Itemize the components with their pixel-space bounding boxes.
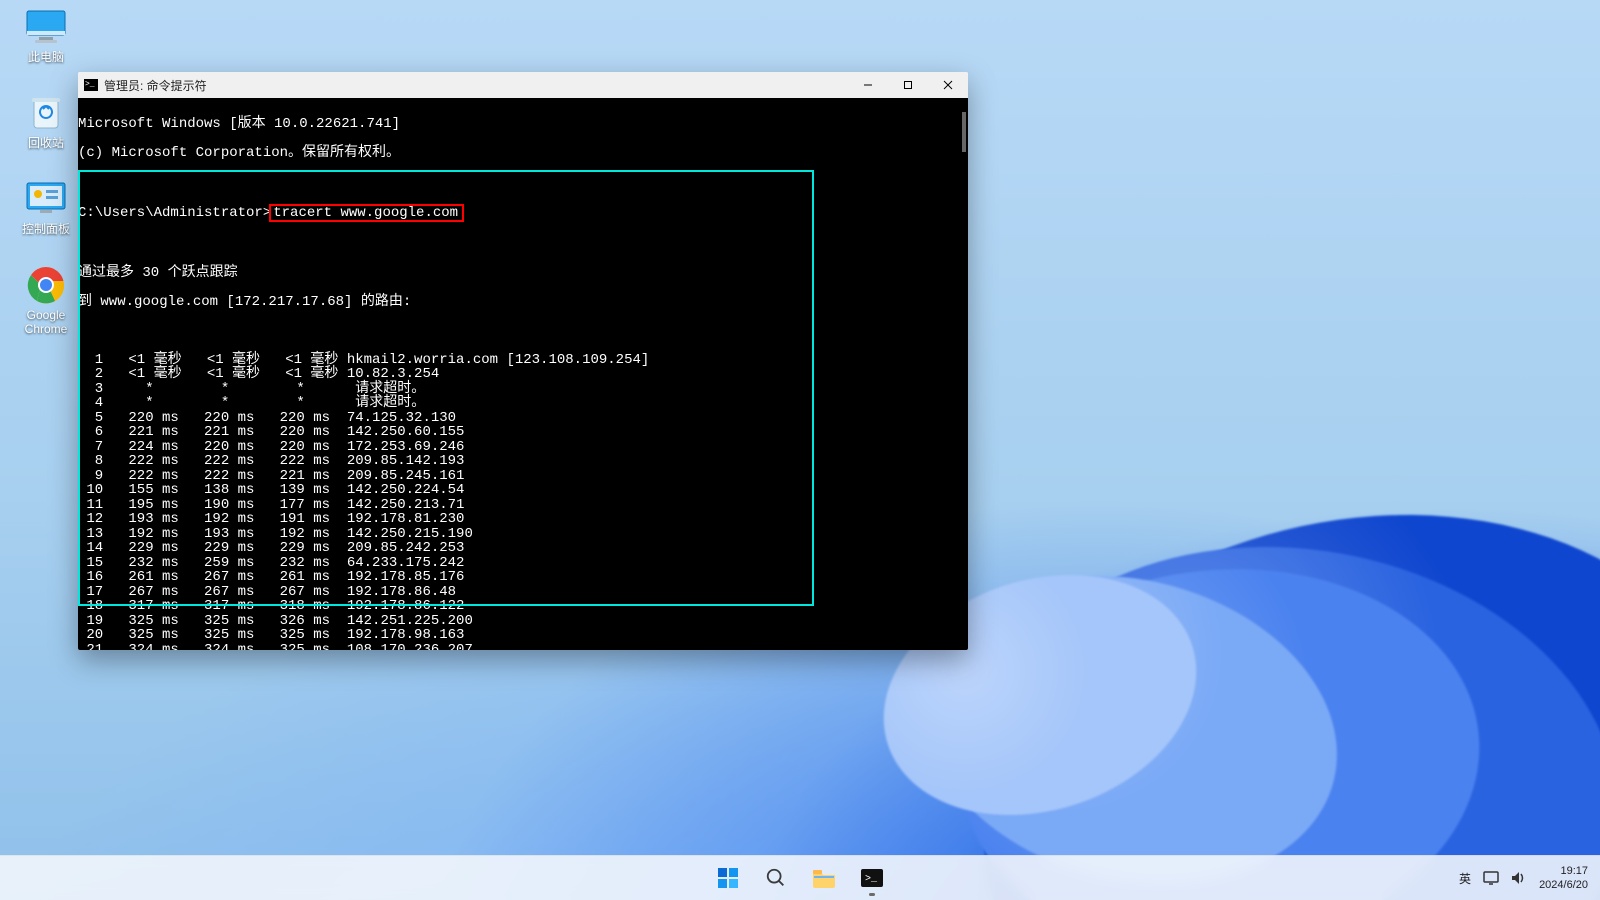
tracert-hop: 6 221 ms 221 ms 220 ms 142.250.60.155 bbox=[78, 425, 968, 440]
prompt-prefix: C:\Users\Administrator> bbox=[78, 205, 271, 221]
cmd-icon bbox=[84, 79, 98, 91]
tracert-hop: 19 325 ms 325 ms 326 ms 142.251.225.200 bbox=[78, 614, 968, 629]
search-button[interactable] bbox=[756, 858, 796, 898]
control-panel-icon bbox=[24, 180, 68, 218]
tracert-hop: 9 222 ms 222 ms 221 ms 209.85.245.161 bbox=[78, 469, 968, 484]
tracert-hop: 2 <1 毫秒 <1 毫秒 <1 毫秒 10.82.3.254 bbox=[78, 367, 968, 382]
terminal-line: 通过最多 30 个跃点跟踪 bbox=[78, 266, 968, 281]
ime-indicator[interactable]: 英 bbox=[1459, 870, 1471, 887]
icon-label: 回收站 bbox=[28, 136, 64, 150]
tracert-hop: 10 155 ms 138 ms 139 ms 142.250.224.54 bbox=[78, 483, 968, 498]
network-icon[interactable] bbox=[1483, 871, 1499, 885]
scrollbar[interactable] bbox=[962, 112, 966, 152]
volume-icon[interactable] bbox=[1511, 871, 1527, 885]
system-tray: 英 19:17 2024/6/20 bbox=[1459, 856, 1592, 900]
minimize-button[interactable] bbox=[848, 72, 888, 98]
highlighted-command: tracert www.google.com bbox=[269, 204, 464, 223]
tracert-hop: 11 195 ms 190 ms 177 ms 142.250.213.71 bbox=[78, 498, 968, 513]
maximize-button[interactable] bbox=[888, 72, 928, 98]
prompt-line: C:\Users\Administrator>tracert www.googl… bbox=[78, 204, 968, 223]
tracert-hop: 3 * * * 请求超时。 bbox=[78, 382, 968, 397]
close-button[interactable] bbox=[928, 72, 968, 98]
chrome-icon bbox=[24, 266, 68, 304]
tracert-hop: 21 324 ms 324 ms 325 ms 108.170.236.207 bbox=[78, 643, 968, 651]
this-pc-icon bbox=[24, 8, 68, 46]
tracert-hop: 12 193 ms 192 ms 191 ms 192.178.81.230 bbox=[78, 512, 968, 527]
tracert-hop: 15 232 ms 259 ms 232 ms 64.233.175.242 bbox=[78, 556, 968, 571]
desktop-icons: 此电脑 回收站 控制面板 bbox=[8, 8, 84, 336]
this-pc-shortcut[interactable]: 此电脑 bbox=[8, 8, 84, 64]
terminal-line bbox=[78, 237, 968, 252]
tracert-hop: 14 229 ms 229 ms 229 ms 209.85.242.253 bbox=[78, 541, 968, 556]
svg-text:>_: >_ bbox=[865, 874, 878, 885]
titlebar[interactable]: 管理员: 命令提示符 bbox=[78, 72, 968, 98]
clock-time: 19:17 bbox=[1539, 864, 1588, 878]
cmd-taskbar-button[interactable]: >_ bbox=[852, 858, 892, 898]
terminal-line bbox=[78, 324, 968, 339]
tracert-hop: 5 220 ms 220 ms 220 ms 74.125.32.130 bbox=[78, 411, 968, 426]
clock-date: 2024/6/20 bbox=[1539, 878, 1588, 892]
file-explorer-button[interactable] bbox=[804, 858, 844, 898]
clock[interactable]: 19:17 2024/6/20 bbox=[1539, 864, 1592, 892]
terminal-output[interactable]: Microsoft Windows [版本 10.0.22621.741] (c… bbox=[78, 98, 968, 650]
terminal-line: (c) Microsoft Corporation。保留所有权利。 bbox=[78, 146, 968, 161]
control-panel-shortcut[interactable]: 控制面板 bbox=[8, 180, 84, 236]
tracert-hop: 4 * * * 请求超时。 bbox=[78, 396, 968, 411]
terminal-line bbox=[78, 175, 968, 190]
tracert-hop: 8 222 ms 222 ms 222 ms 209.85.142.193 bbox=[78, 454, 968, 469]
tracert-hop: 17 267 ms 267 ms 267 ms 192.178.86.48 bbox=[78, 585, 968, 600]
icon-label: 此电脑 bbox=[28, 50, 64, 64]
recycle-bin-icon bbox=[24, 94, 68, 132]
terminal-line: Microsoft Windows [版本 10.0.22621.741] bbox=[78, 117, 968, 132]
taskbar[interactable]: >_ 英 19:17 2024/6/20 bbox=[0, 855, 1600, 900]
tracert-hop: 1 <1 毫秒 <1 毫秒 <1 毫秒 hkmail2.worria.com [… bbox=[78, 353, 968, 368]
window-title: 管理员: 命令提示符 bbox=[104, 77, 207, 94]
tracert-hop: 16 261 ms 267 ms 261 ms 192.178.85.176 bbox=[78, 570, 968, 585]
chrome-shortcut[interactable]: Google Chrome bbox=[8, 266, 84, 336]
icon-label: Google Chrome bbox=[8, 308, 84, 336]
icon-label: 控制面板 bbox=[22, 222, 70, 236]
tracert-hop: 13 192 ms 193 ms 192 ms 142.250.215.190 bbox=[78, 527, 968, 542]
recycle-bin-shortcut[interactable]: 回收站 bbox=[8, 94, 84, 150]
terminal-line: 到 www.google.com [172.217.17.68] 的路由: bbox=[78, 295, 968, 310]
taskbar-center: >_ bbox=[708, 856, 892, 900]
start-button[interactable] bbox=[708, 858, 748, 898]
tracert-hop: 7 224 ms 220 ms 220 ms 172.253.69.246 bbox=[78, 440, 968, 455]
tracert-hop: 20 325 ms 325 ms 325 ms 192.178.98.163 bbox=[78, 628, 968, 643]
tracert-hop: 18 317 ms 317 ms 318 ms 192.178.86.122 bbox=[78, 599, 968, 614]
cmd-window[interactable]: 管理员: 命令提示符 Microsoft Windows [版本 10.0.22… bbox=[78, 72, 968, 650]
